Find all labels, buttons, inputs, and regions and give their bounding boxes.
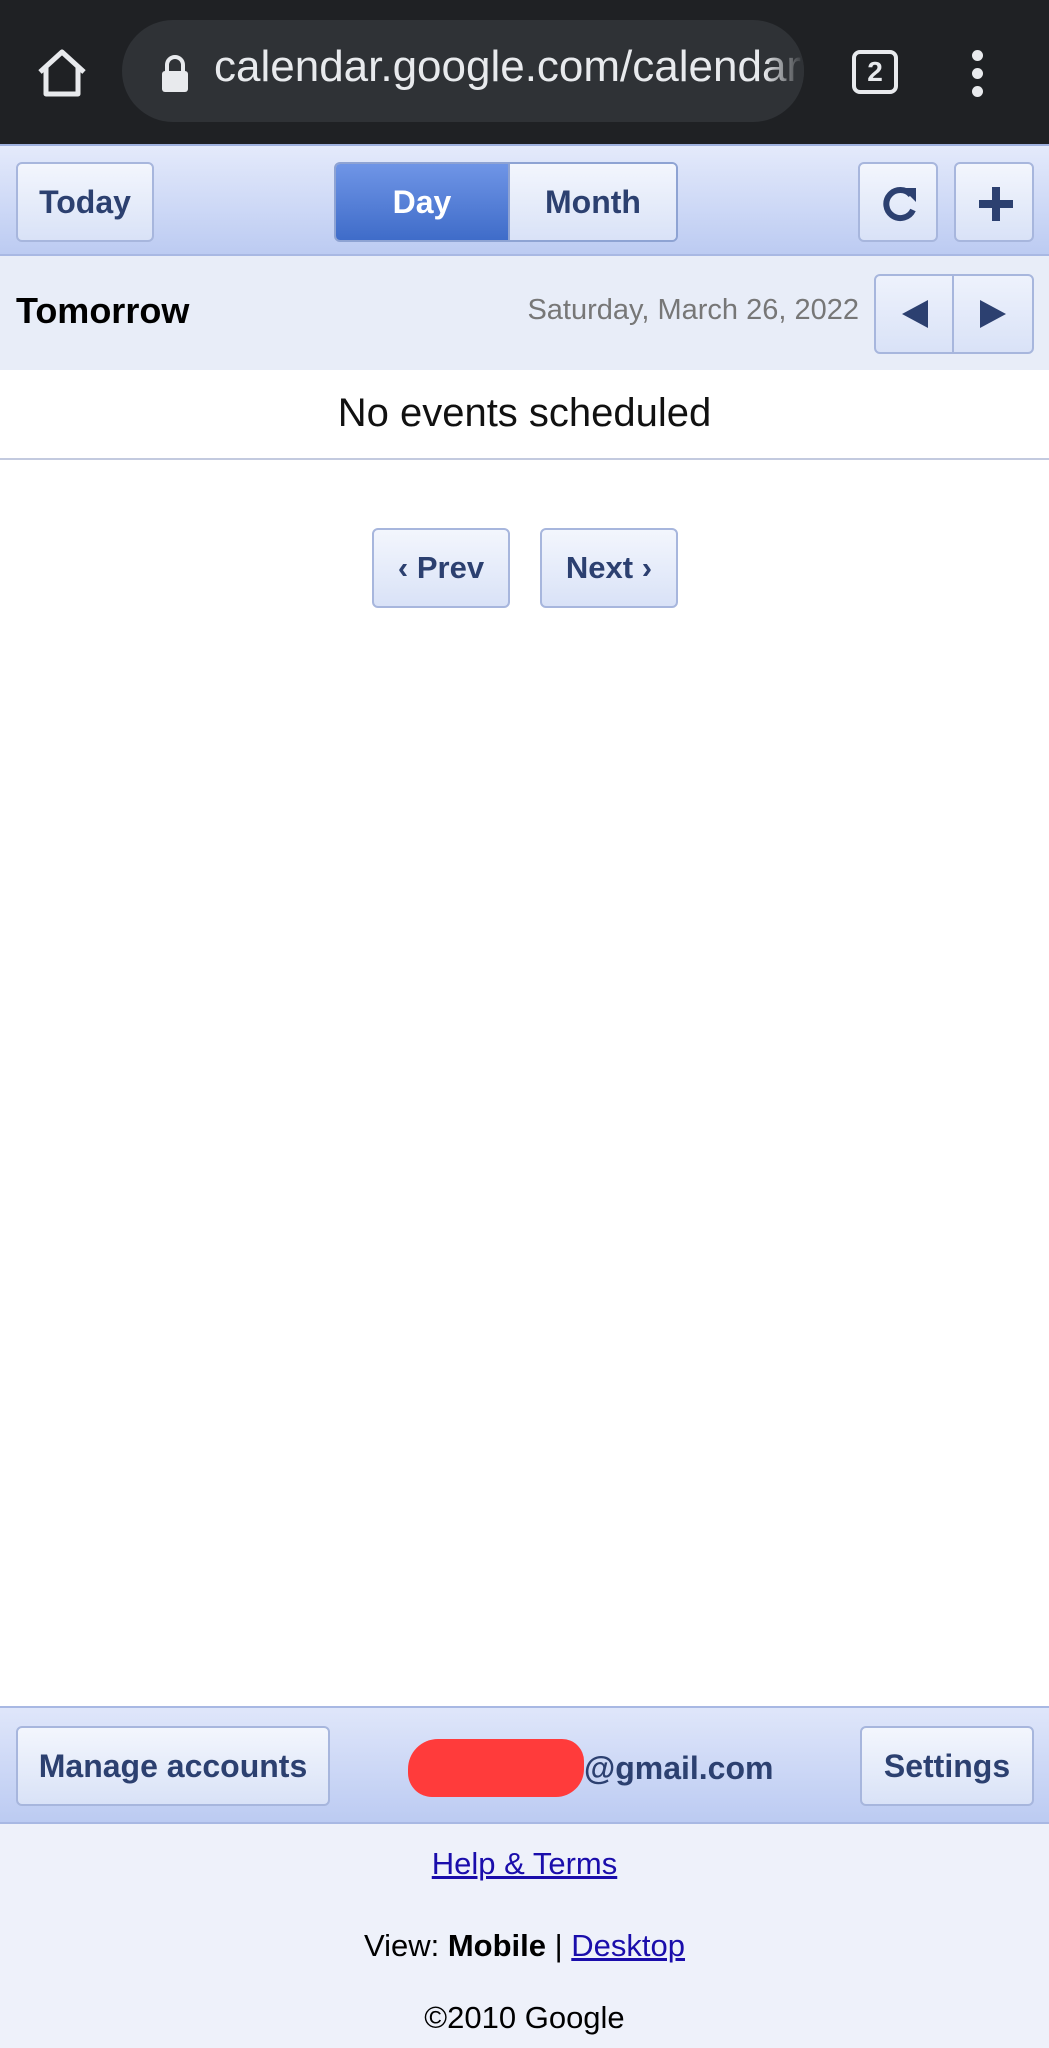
account-bar: Manage accounts @gmail.com Settings <box>0 1706 1049 1824</box>
date-header: Tomorrow Saturday, March 26, 2022 <box>0 256 1049 370</box>
refresh-icon <box>883 187 916 222</box>
page-title: Tomorrow <box>16 290 190 331</box>
triangle-left-icon <box>902 300 928 328</box>
date-nav <box>874 274 1034 354</box>
account-email[interactable]: @gmail.com <box>408 1736 773 1800</box>
prev-button[interactable]: ‹ Prev <box>372 528 510 608</box>
refresh-button[interactable] <box>858 162 938 242</box>
tab-switcher-button[interactable]: 2 <box>852 50 898 94</box>
next-day-button[interactable] <box>954 276 1032 352</box>
url-text: calendar.google.com/calendar <box>214 42 802 91</box>
footer: Help & Terms View: Mobile | Desktop ©201… <box>0 1824 1049 2048</box>
url-fade <box>764 20 804 122</box>
events-empty-message: No events scheduled <box>0 370 1049 460</box>
current-date: Saturday, March 26, 2022 <box>527 294 859 326</box>
more-menu-icon[interactable] <box>958 48 998 98</box>
manage-accounts-button[interactable]: Manage accounts <box>16 1726 330 1806</box>
email-domain: @gmail.com <box>584 1749 774 1786</box>
view-switch: View: Mobile | Desktop <box>0 1928 1049 1964</box>
next-button[interactable]: Next › <box>540 528 678 608</box>
tab-month[interactable]: Month <box>510 164 676 240</box>
previous-day-button[interactable] <box>876 276 954 352</box>
copyright: ©2010 Google <box>424 2000 625 2035</box>
view-mobile-current: Mobile <box>447 1928 546 1963</box>
redaction-mark <box>408 1739 584 1797</box>
triangle-right-icon <box>980 300 1006 328</box>
add-event-button[interactable] <box>954 162 1034 242</box>
view-switcher: Day Month <box>334 162 678 242</box>
calendar-toolbar: Today Day Month <box>0 144 1049 256</box>
tab-day[interactable]: Day <box>336 164 510 240</box>
browser-toolbar: calendar.google.com/calendar 2 <box>0 0 1049 144</box>
address-bar[interactable]: calendar.google.com/calendar <box>122 20 804 122</box>
view-desktop-link[interactable]: Desktop <box>571 1928 685 1963</box>
help-terms-link[interactable]: Help & Terms <box>0 1846 1049 1882</box>
plus-icon <box>979 187 1013 221</box>
today-button[interactable]: Today <box>16 162 154 242</box>
home-icon[interactable] <box>34 44 90 100</box>
view-separator: | <box>546 1928 572 1963</box>
lock-icon <box>162 55 188 92</box>
settings-button[interactable]: Settings <box>860 1726 1034 1806</box>
view-prefix: View: <box>363 1928 448 1963</box>
